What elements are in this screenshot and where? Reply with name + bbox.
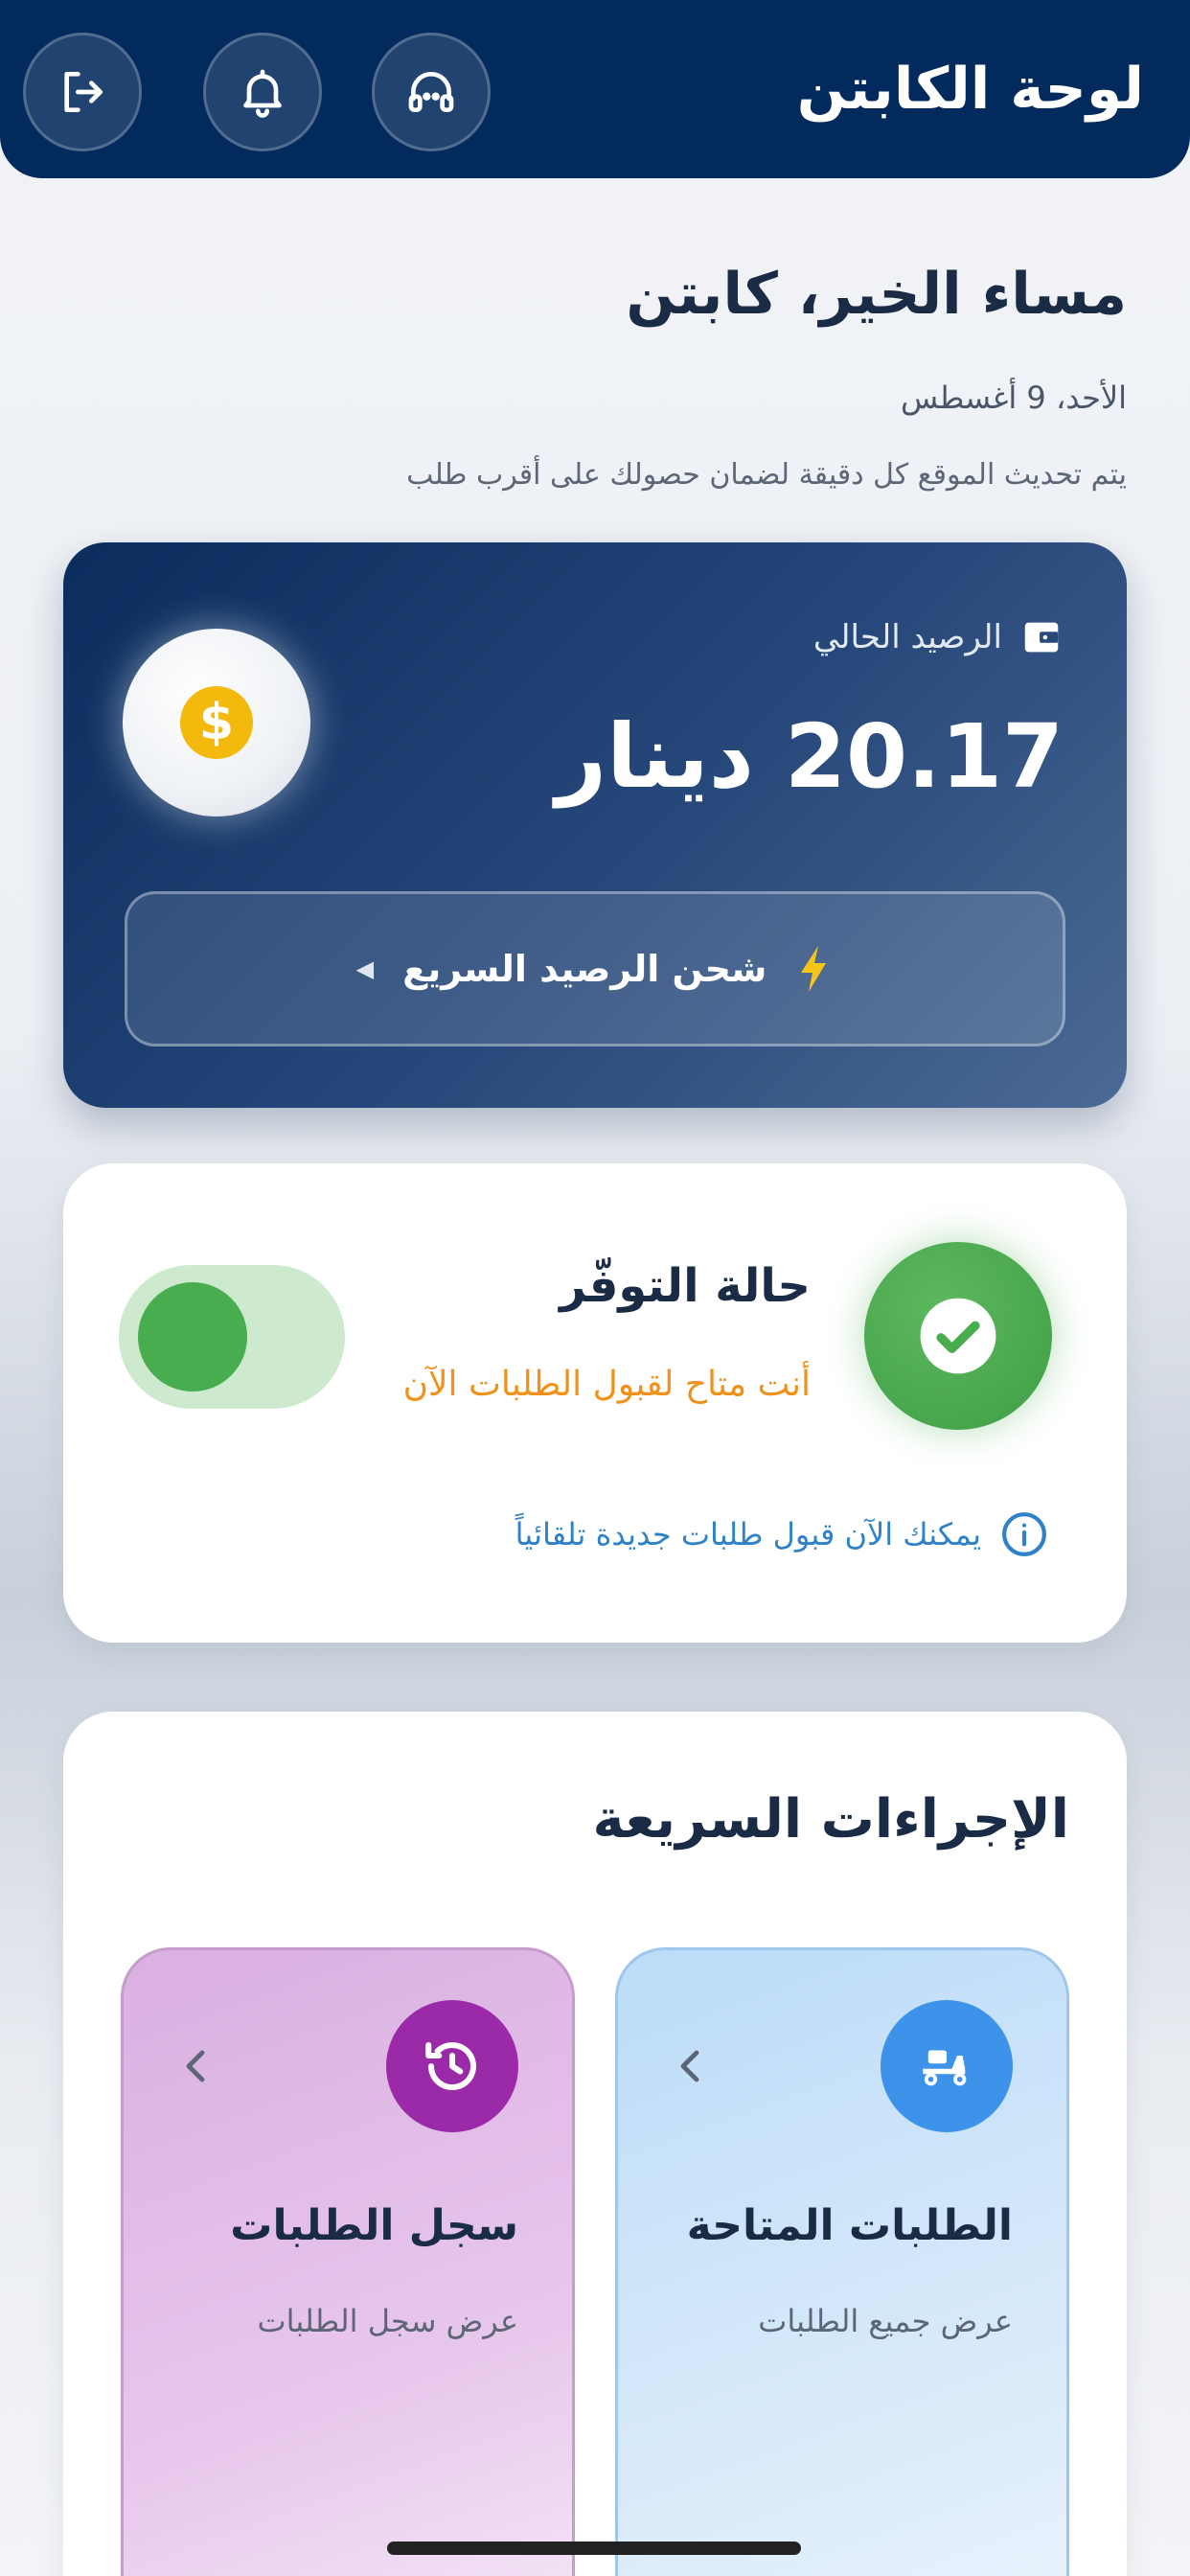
app-header: لوحة الكابتن [0, 0, 1190, 178]
check-icon [920, 1298, 996, 1374]
tile-subtitle: عرض سجل الطلبات [257, 2303, 519, 2339]
status-badge [864, 1242, 1052, 1430]
balance-card: الرصيد الحالي 20.17 دينار $ شحن الرصيد ا… [63, 542, 1127, 1108]
logout-icon [64, 72, 103, 112]
availability-status: أنت متاح لقبول الطلبات الآن [402, 1365, 811, 1404]
balance-label-row: الرصيد الحالي [813, 615, 1064, 659]
quick-actions-title: الإجراءات السريعة [592, 1788, 1069, 1851]
support-button[interactable] [372, 33, 491, 151]
dollar-coin-icon: $ [180, 686, 253, 759]
scooter-icon [923, 2050, 967, 2086]
availability-title: حالة التوفّر [560, 1259, 811, 1313]
info-icon [1002, 1512, 1046, 1556]
chevron-left-icon [680, 2050, 699, 2082]
bell-icon [243, 69, 282, 118]
availability-toggle[interactable] [119, 1265, 345, 1409]
support-icon [408, 72, 454, 112]
home-indicator [387, 2542, 801, 2555]
order-history-tile[interactable]: سجل الطلبات عرض سجل الطلبات [121, 1947, 575, 2576]
balance-amount: 20.17 دينار [556, 705, 1064, 808]
chevron-left-icon [186, 2050, 205, 2082]
history-icon [425, 2041, 477, 2091]
coin-badge: $ [123, 629, 310, 816]
availability-info: يمكنك الآن قبول طلبات جديدة تلقائياً [515, 1510, 1048, 1558]
recharge-label: شحن الرصيد السريع [402, 948, 767, 990]
availability-info-text: يمكنك الآن قبول طلبات جديدة تلقائياً [515, 1516, 981, 1552]
available-orders-tile[interactable]: الطلبات المتاحة عرض جميع الطلبات [615, 1947, 1069, 2576]
quick-actions-card: الإجراءات السريعة الطلبات المتاحة عرض جم… [63, 1712, 1127, 2576]
location-hint: يتم تحديث الموقع كل دقيقة لضمان حصولك عل… [406, 458, 1127, 492]
date-text: الأحد، 9 أغسطس [901, 380, 1127, 416]
notifications-button[interactable] [203, 33, 322, 151]
caret-left-icon: ◀ [355, 955, 375, 982]
quick-recharge-button[interactable]: شحن الرصيد السريع ◀ [125, 891, 1065, 1046]
tile-icon-circle [386, 2000, 518, 2132]
tile-icon-circle [881, 2000, 1013, 2132]
balance-label: الرصيد الحالي [812, 618, 1002, 656]
logout-button[interactable] [23, 33, 142, 151]
lightning-icon [801, 946, 827, 992]
tile-subtitle: عرض جميع الطلبات [758, 2303, 1013, 2339]
tile-title: الطلبات المتاحة [686, 2201, 1013, 2250]
greeting-title: مساء الخير، كابتن [626, 261, 1127, 328]
page-title: لوحة الكابتن [796, 56, 1144, 123]
wallet-icon [1024, 622, 1059, 653]
toggle-knob [138, 1282, 247, 1392]
tile-title: سجل الطلبات [230, 2201, 518, 2250]
availability-card: حالة التوفّر أنت متاح لقبول الطلبات الآن… [63, 1163, 1127, 1643]
